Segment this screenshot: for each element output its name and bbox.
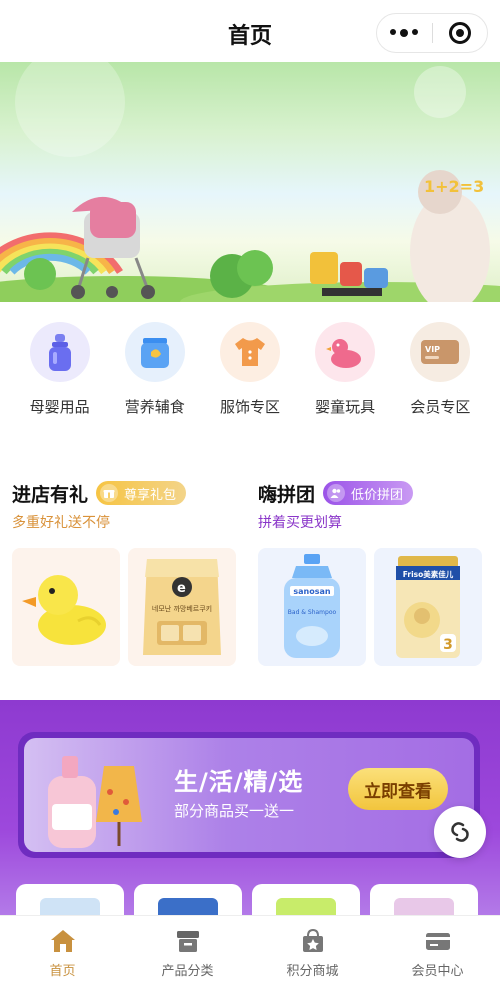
svg-text:네모난 까망베르쿠키: 네모난 까망베르쿠키 <box>152 604 212 613</box>
vip-card-icon: VIP <box>410 322 471 382</box>
link-icon <box>451 822 469 842</box>
product-card-duck[interactable] <box>12 548 120 666</box>
category-item-nutrition[interactable]: 营养辅食 <box>111 322 199 432</box>
formula-can-icon <box>124 322 185 382</box>
rubber-duck-icon <box>315 322 376 382</box>
tab-points-mall[interactable]: 积分商城 <box>250 916 375 983</box>
lotion-bottle-product-image: sanosan Bad & Shampoo <box>284 554 340 658</box>
svg-text:sanosan: sanosan <box>293 587 331 596</box>
category-item-baby-goods[interactable]: 母婴用品 <box>16 322 104 432</box>
svg-text:e: e <box>177 581 186 596</box>
tab-member-center[interactable]: 会员中心 <box>375 916 500 983</box>
formula-can-product-image: Friso美素佳儿 3 <box>396 556 460 658</box>
promo-panel-group-buy[interactable]: 嗨拼团 低价拼团 拼着买更划算 sanosan Bad & Shampoo Fr… <box>258 478 490 678</box>
life-banner-title: 生/活/精/选 <box>174 768 304 796</box>
detergent-and-dress-image <box>48 756 142 848</box>
tab-label: 首页 <box>49 964 76 979</box>
cookie-product-image: e 네모난 까망베르쿠키 <box>143 559 221 655</box>
baby-bottle-icon <box>29 322 90 382</box>
svg-text:Bad & Shampoo: Bad & Shampoo <box>288 609 337 616</box>
promo-title: 嗨拼团 <box>258 483 316 506</box>
category-row: 母婴用品 营养辅食 服饰专区 婴童玩具 VIP 会员专区 <box>0 322 500 432</box>
rubber-duck-product-image <box>22 575 106 645</box>
category-icon <box>176 931 199 952</box>
svg-text:VIP: VIP <box>425 345 440 354</box>
close-mini-program-icon[interactable] <box>432 22 487 44</box>
hero-banner[interactable]: 1+2=3 <box>0 62 500 302</box>
promo-subtitle: 拼着买更划算 <box>258 515 342 531</box>
more-menu-icon[interactable] <box>377 29 432 37</box>
group-users-icon <box>327 484 346 502</box>
points-mall-icon <box>302 928 323 952</box>
category-label: 服饰专区 <box>219 398 280 416</box>
promo-title: 进店有礼 <box>12 483 89 506</box>
promo-subtitle: 多重好礼送不停 <box>12 515 110 531</box>
promo-tag[interactable]: 低价拼团 <box>323 481 414 505</box>
bottom-tab-bar: 首页 产品分类 积分商城 会员中心 <box>0 915 500 983</box>
svg-text:3: 3 <box>443 637 453 653</box>
promo-tag-label: 尊享礼包 <box>124 487 177 503</box>
mini-program-capsule <box>376 13 488 53</box>
tab-label: 会员中心 <box>411 964 464 979</box>
category-label: 婴童玩具 <box>315 398 376 416</box>
life-banner-subtitle: 部分商品买一送一 <box>174 802 295 820</box>
category-item-toys[interactable]: 婴童玩具 <box>301 322 389 432</box>
floating-link-button[interactable] <box>434 806 486 858</box>
tab-label: 积分商城 <box>286 964 339 979</box>
category-label: 会员专区 <box>410 398 471 416</box>
product-card-lotion[interactable]: sanosan Bad & Shampoo <box>258 548 366 666</box>
category-label: 母婴用品 <box>29 398 90 416</box>
tab-home[interactable]: 首页 <box>0 916 125 983</box>
tab-label: 产品分类 <box>161 964 214 979</box>
view-now-button[interactable]: 立即查看 <box>348 768 448 810</box>
home-icon <box>50 930 75 952</box>
life-selection-banner[interactable]: 生/活/精/选 部分商品买一送一 立即查看 <box>18 732 480 858</box>
promo-panel-gift[interactable]: 进店有礼 尊享礼包 多重好礼送不停 e 네모난 까망베르쿠키 <box>12 478 244 678</box>
category-item-clothing[interactable]: 服饰专区 <box>206 322 294 432</box>
banner-illustration: 1+2=3 <box>0 62 500 302</box>
tab-category[interactable]: 产品分类 <box>125 916 250 983</box>
member-card-icon <box>425 933 450 950</box>
promo-tag[interactable]: 尊享礼包 <box>96 481 187 505</box>
banner-sign-text: 1+2=3 <box>424 177 484 196</box>
baby-clothes-icon <box>219 322 280 382</box>
life-selection-section: 生/活/精/选 部分商品买一送一 立即查看 <box>0 700 500 915</box>
gift-icon <box>100 484 119 502</box>
category-item-vip[interactable]: VIP 会员专区 <box>396 322 484 432</box>
product-card-formula[interactable]: Friso美素佳儿 3 <box>374 548 482 666</box>
top-navbar: 首页 <box>0 0 500 62</box>
product-card-cookie[interactable]: e 네모난 까망베르쿠키 <box>128 548 236 666</box>
svg-text:Friso美素佳儿: Friso美素佳儿 <box>403 569 454 579</box>
category-label: 营养辅食 <box>124 398 185 416</box>
promo-tag-label: 低价拼团 <box>351 487 404 503</box>
